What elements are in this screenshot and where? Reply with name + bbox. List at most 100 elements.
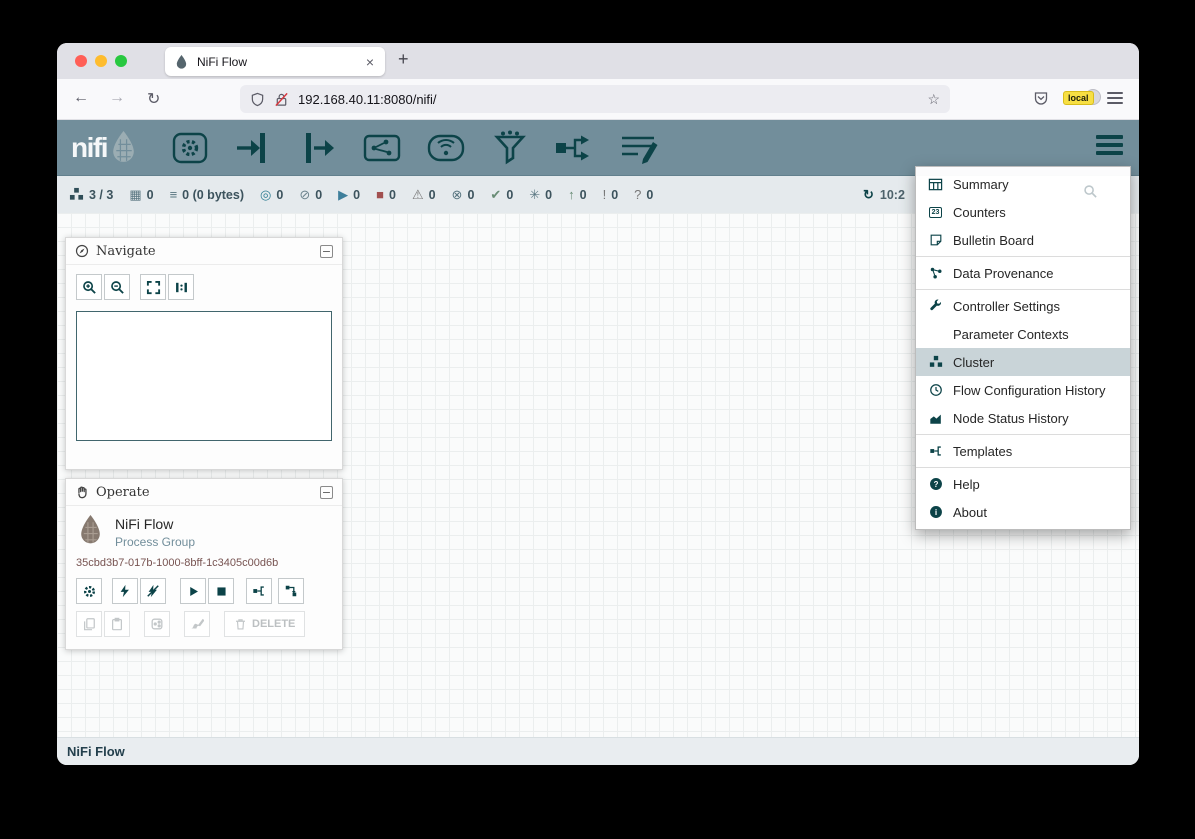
menu-item-bulletin-board[interactable]: Bulletin Board	[916, 226, 1130, 254]
input-port-tool-icon[interactable]	[231, 128, 277, 168]
browser-tab[interactable]: NiFi Flow ×	[165, 47, 385, 76]
status-cluster: 3 / 3	[69, 187, 113, 202]
insecure-lock-icon[interactable]	[274, 92, 289, 107]
menu-item-data-provenance[interactable]: Data Provenance	[916, 259, 1130, 287]
queued-icon: ≡	[170, 188, 178, 201]
processor-tool-icon[interactable]	[167, 128, 213, 168]
navigate-collapse-button[interactable]: −	[320, 245, 333, 258]
new-tab-button[interactable]: +	[398, 49, 409, 70]
url-path: :8080/nifi/	[380, 92, 436, 107]
zoom-actual-size-button[interactable]	[168, 274, 194, 300]
stop-button[interactable]	[208, 578, 234, 604]
help-icon: ?	[927, 477, 944, 491]
menu-item-node-status-history[interactable]: Node Status History	[916, 404, 1130, 432]
start-button[interactable]	[180, 578, 206, 604]
browser-menu-button[interactable]	[1107, 92, 1123, 107]
svg-text:i: i	[934, 507, 936, 517]
summary-table-icon	[927, 177, 944, 192]
sync-failure-icon: ?	[634, 188, 641, 201]
navigate-panel-title: Navigate	[96, 244, 320, 259]
nifi-logo-text: nifi	[71, 134, 107, 162]
menu-item-cluster[interactable]: Cluster	[916, 348, 1130, 376]
operate-collapse-button[interactable]: −	[320, 486, 333, 499]
not-transmitting-icon: ⊘	[299, 188, 310, 201]
process-group-tool-icon[interactable]	[359, 128, 405, 168]
paste-button[interactable]	[104, 611, 130, 637]
back-button[interactable]: ←	[73, 89, 89, 107]
status-stopped: ■0	[376, 188, 396, 202]
zoom-out-button[interactable]	[104, 274, 130, 300]
fill-color-button[interactable]	[184, 611, 210, 637]
history-clock-icon	[927, 383, 944, 397]
browser-window: NiFi Flow × + ← → ↻ 192.168.40.11 :8080/…	[57, 43, 1139, 765]
delete-button[interactable]: DELETE	[224, 611, 305, 637]
nifi-global-menu-button[interactable]	[1096, 135, 1123, 159]
remote-process-group-tool-icon[interactable]	[423, 128, 469, 168]
menu-item-parameter-contexts[interactable]: Parameter Contexts	[916, 320, 1130, 348]
profile-button[interactable]: local	[1063, 87, 1101, 111]
selected-component-id: 35cbd3b7-017b-1000-8bff-1c3405c00d6b	[76, 557, 332, 569]
funnel-tool-icon[interactable]	[487, 128, 533, 168]
close-window-button[interactable]	[75, 55, 87, 67]
stopped-icon: ■	[376, 188, 384, 201]
status-locally-modified-and-stale: !0	[603, 188, 619, 202]
reload-button[interactable]: ↻	[147, 89, 160, 109]
browser-navbar: ← → ↻ 192.168.40.11 :8080/nifi/ ☆ local	[57, 79, 1139, 120]
locally-modified-icon: ✳	[529, 188, 540, 201]
locally-modified-stale-icon: !	[603, 188, 607, 201]
menu-item-templates[interactable]: Templates	[916, 437, 1130, 465]
zoom-in-button[interactable]	[76, 274, 102, 300]
status-queued: ≡0 (0 bytes)	[170, 188, 244, 202]
component-toolbar	[167, 128, 661, 168]
status-not-transmitting: ⊘0	[299, 188, 322, 202]
group-button[interactable]	[144, 611, 170, 637]
window-controls	[75, 55, 127, 67]
bookmark-star-icon[interactable]: ☆	[927, 91, 940, 108]
refresh-icon: ↻	[863, 188, 874, 201]
label-tool-icon[interactable]	[615, 128, 661, 168]
status-locally-modified: ✳0	[529, 188, 552, 202]
about-info-icon: i	[927, 505, 944, 519]
tab-close-icon[interactable]: ×	[364, 54, 376, 70]
status-transmitting: ◎0	[260, 188, 283, 202]
transmitting-icon: ◎	[260, 188, 271, 201]
template-tool-icon[interactable]	[551, 128, 597, 168]
bulletin-board-icon	[927, 233, 944, 247]
output-port-tool-icon[interactable]	[295, 128, 341, 168]
forward-button[interactable]: →	[109, 89, 125, 107]
nifi-global-menu: Summary 23 Counters Bulletin Board Data …	[915, 166, 1131, 530]
svg-text:?: ?	[933, 480, 938, 489]
enable-button[interactable]	[112, 578, 138, 604]
navigate-minimap[interactable]	[76, 311, 332, 441]
upload-template-button[interactable]	[278, 578, 304, 604]
status-active-threads: ▦0	[129, 188, 153, 202]
compass-icon	[75, 244, 89, 258]
pocket-icon[interactable]	[1033, 90, 1049, 106]
threads-icon: ▦	[129, 188, 141, 201]
area-chart-icon	[927, 411, 944, 425]
nifi-app: nifi	[57, 120, 1139, 765]
configure-button[interactable]	[76, 578, 102, 604]
minimize-window-button[interactable]	[95, 55, 107, 67]
status-search-icon[interactable]	[1083, 184, 1098, 204]
menu-item-controller-settings[interactable]: Controller Settings	[916, 292, 1130, 320]
menu-item-flow-configuration-history[interactable]: Flow Configuration History	[916, 376, 1130, 404]
status-last-refresh[interactable]: ↻10:2	[863, 188, 905, 202]
tab-title: NiFi Flow	[197, 55, 364, 69]
menu-item-help[interactable]: ? Help	[916, 470, 1130, 498]
templates-icon	[927, 444, 944, 458]
copy-button[interactable]	[76, 611, 102, 637]
menu-separator	[916, 434, 1130, 435]
zoom-fit-button[interactable]	[140, 274, 166, 300]
address-bar[interactable]: 192.168.40.11 :8080/nifi/ ☆	[240, 85, 950, 113]
create-template-button[interactable]	[246, 578, 272, 604]
disable-button[interactable]	[140, 578, 166, 604]
operate-panel: Operate − NiFi Flow Process Group 35cbd3…	[65, 478, 343, 650]
navigate-panel-header: Navigate −	[66, 238, 342, 265]
breadcrumb[interactable]: NiFi Flow	[67, 744, 125, 759]
maximize-window-button[interactable]	[115, 55, 127, 67]
selected-component-type: Process Group	[115, 535, 195, 549]
tracking-protection-shield-icon[interactable]	[250, 92, 265, 107]
menu-item-about[interactable]: i About	[916, 498, 1130, 526]
invalid-icon: ⚠	[412, 188, 424, 201]
